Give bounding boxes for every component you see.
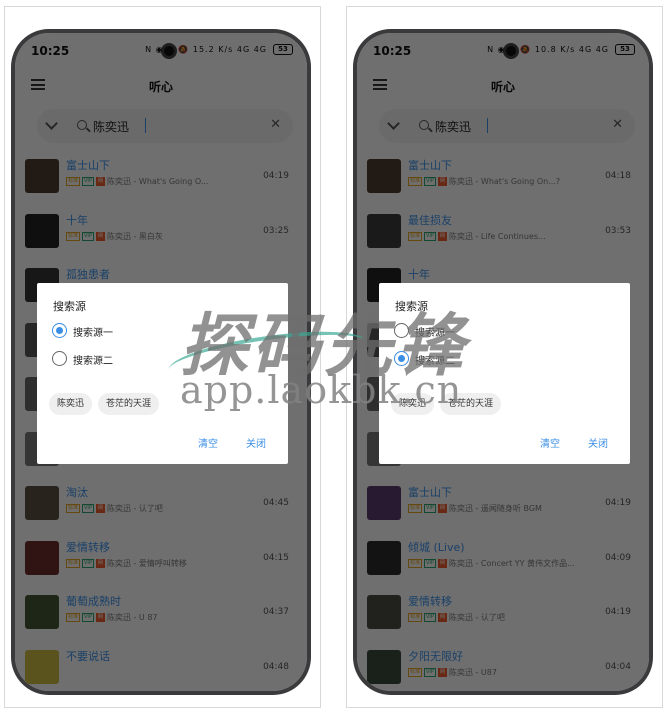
dialog-title: 搜索源 xyxy=(53,300,86,313)
close-button[interactable]: 关闭 xyxy=(246,435,266,450)
history-chip[interactable]: 苍茫的天涯 xyxy=(98,393,160,415)
history-chip[interactable]: 陈奕迅 xyxy=(49,393,93,415)
radio-source-2[interactable] xyxy=(52,351,67,366)
clear-button[interactable]: 清空 xyxy=(540,435,560,450)
radio-label: 搜索源一 xyxy=(73,328,113,339)
radio-source-1[interactable] xyxy=(52,323,67,338)
clear-button[interactable]: 清空 xyxy=(198,435,218,450)
close-button[interactable]: 关闭 xyxy=(588,435,608,450)
radio-label: 搜索源二 xyxy=(73,356,113,367)
watermark-url: app.laokbk.cn xyxy=(180,368,463,412)
